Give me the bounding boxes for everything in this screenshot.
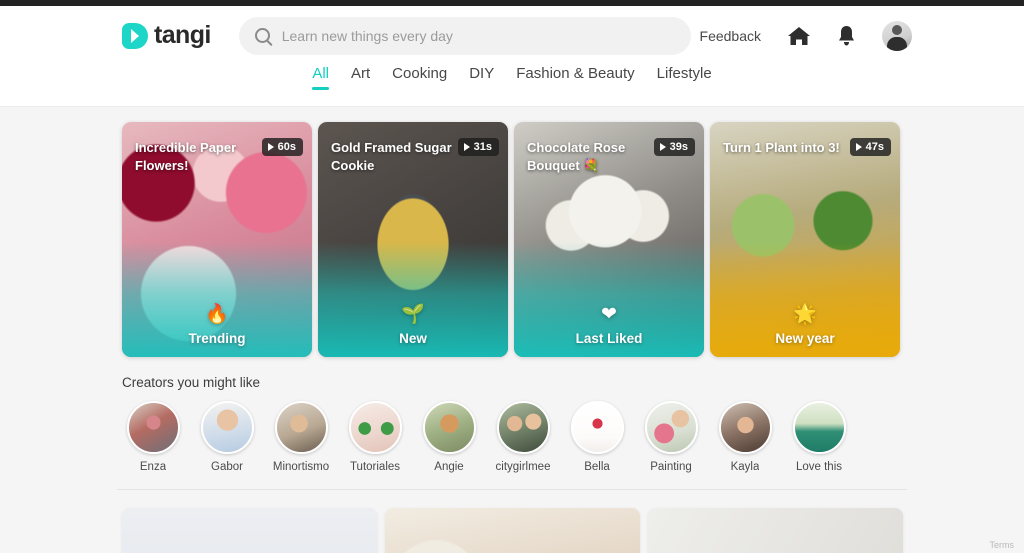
creator-avatar: [274, 401, 328, 454]
creator-avatar: [348, 401, 402, 454]
feedback-link[interactable]: Feedback: [700, 28, 761, 44]
creator-avatar: [718, 401, 772, 454]
creator-item[interactable]: Angie: [418, 401, 480, 473]
header-actions: Feedback: [700, 20, 912, 51]
card-badge-label: Trending: [188, 331, 246, 346]
play-icon: [267, 143, 274, 151]
sparkle-star-icon: 🌟: [793, 304, 817, 325]
creator-name: Enza: [139, 461, 167, 473]
creators-section-title: Creators you might like: [122, 375, 261, 390]
search-input[interactable]: [281, 27, 675, 44]
tab-lifestyle[interactable]: Lifestyle: [657, 65, 712, 90]
creator-avatar: [422, 401, 476, 454]
main-content: Incredible Paper Flowers! 60s 🔥 Trending…: [0, 107, 1024, 553]
play-icon: [855, 143, 862, 151]
feed-card[interactable]: [648, 508, 903, 553]
card-badge-label: Last Liked: [575, 331, 643, 346]
featured-card[interactable]: Incredible Paper Flowers! 60s 🔥 Trending: [122, 122, 312, 357]
creator-item[interactable]: Kayla: [714, 401, 776, 473]
heart-icon: ❤: [601, 304, 617, 325]
featured-card[interactable]: Turn 1 Plant into 3! 47s 🌟 New year: [710, 122, 900, 357]
creator-item[interactable]: Painting: [640, 401, 702, 473]
creator-name: Love this: [795, 461, 843, 473]
duration-text: 39s: [669, 141, 688, 153]
tab-all[interactable]: All: [312, 65, 329, 90]
tangi-logo[interactable]: tangi: [122, 21, 211, 50]
creator-name: Painting: [650, 461, 692, 473]
card-title: Incredible Paper Flowers!: [135, 140, 237, 173]
duration-badge: 39s: [653, 138, 695, 156]
creator-item[interactable]: Gabor: [196, 401, 258, 473]
feed-card[interactable]: [122, 508, 377, 553]
card-title: Gold Framed Sugar Cookie: [331, 140, 452, 173]
search-icon: [254, 28, 270, 43]
creators-row: Enza Gabor Minortismo Tutoriales Angie c: [122, 401, 910, 473]
duration-text: 47s: [865, 141, 884, 153]
tab-fashion-beauty[interactable]: Fashion & Beauty: [516, 65, 634, 90]
creator-name: Kayla: [730, 461, 760, 473]
creator-name: Angie: [434, 461, 464, 473]
creator-item[interactable]: Tutoriales: [344, 401, 406, 473]
creator-item[interactable]: Love this: [788, 401, 850, 473]
duration-badge: 47s: [849, 138, 891, 156]
creator-name: Bella: [584, 461, 610, 473]
creator-name: Minortismo: [272, 461, 330, 473]
play-icon: [463, 143, 470, 151]
play-logo-icon: [122, 22, 148, 49]
creator-avatar: [644, 401, 698, 454]
creator-item[interactable]: Enza: [122, 401, 184, 473]
tab-cooking[interactable]: Cooking: [392, 65, 447, 90]
creator-avatar: [792, 401, 846, 454]
creator-item[interactable]: Bella: [566, 401, 628, 473]
featured-card[interactable]: Chocolate Rose Bouquet 💐 39s ❤ Last Like…: [514, 122, 704, 357]
brand-name: tangi: [154, 21, 211, 49]
card-badge-overlay: 🔥 Trending: [122, 242, 312, 357]
creator-name: Gabor: [211, 461, 243, 473]
flame-icon: 🔥: [205, 304, 229, 325]
duration-badge: 31s: [457, 138, 499, 156]
creator-item[interactable]: citygirlmee: [492, 401, 554, 473]
duration-text: 60s: [277, 141, 296, 153]
featured-cards-row: Incredible Paper Flowers! 60s 🔥 Trending…: [0, 107, 1024, 357]
creator-avatar: [570, 401, 624, 454]
card-badge-overlay: ❤ Last Liked: [514, 242, 704, 357]
creators-section: Creators you might like Enza Gabor Minor…: [122, 375, 910, 473]
duration-badge: 60s: [261, 138, 303, 156]
category-tabs: All Art Cooking DIY Fashion & Beauty Lif…: [0, 65, 1024, 107]
card-badge-label: New year: [775, 331, 835, 346]
play-icon: [659, 143, 666, 151]
app-header: tangi Feedback: [0, 6, 1024, 65]
featured-card[interactable]: Gold Framed Sugar Cookie 31s 🌱 New: [318, 122, 508, 357]
home-icon[interactable]: [787, 25, 811, 47]
user-avatar[interactable]: [882, 20, 912, 51]
card-title: Turn 1 Plant into 3!: [723, 140, 840, 155]
terms-link[interactable]: Terms: [990, 540, 1015, 550]
feed-cards-row: [0, 490, 1024, 553]
creator-avatar: [496, 401, 550, 454]
card-badge-overlay: 🌱 New: [318, 242, 508, 357]
tab-diy[interactable]: DIY: [469, 65, 494, 90]
creator-name: citygirlmee: [495, 461, 551, 473]
tab-art[interactable]: Art: [351, 65, 370, 90]
creator-name: Tutoriales: [349, 461, 401, 473]
card-badge-overlay: 🌟 New year: [710, 242, 900, 357]
creator-avatar: [126, 401, 180, 454]
creator-avatar: [200, 401, 254, 454]
card-badge-label: New: [399, 331, 427, 346]
card-title: Chocolate Rose Bouquet 💐: [527, 140, 626, 173]
feed-card[interactable]: [385, 508, 640, 553]
duration-text: 31s: [473, 141, 492, 153]
search-bar[interactable]: [238, 16, 691, 55]
sprout-icon: 🌱: [401, 304, 425, 325]
bell-icon[interactable]: [837, 25, 856, 47]
creator-item[interactable]: Minortismo: [270, 401, 332, 473]
